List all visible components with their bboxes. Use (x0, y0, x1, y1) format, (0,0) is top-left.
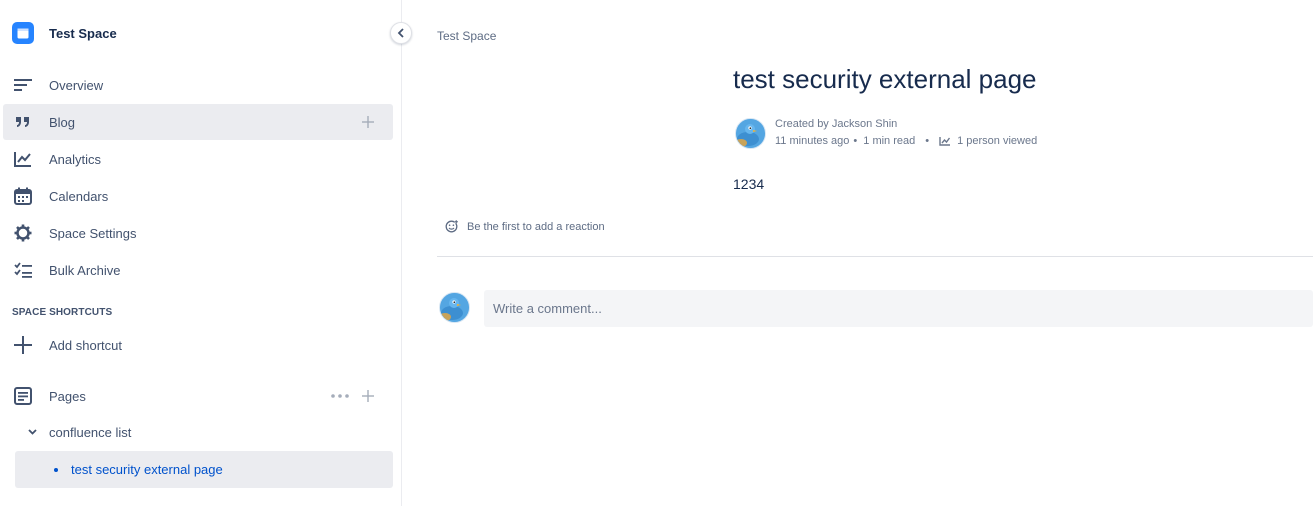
read-time: 1 min read (863, 135, 916, 147)
byline: Created by Jackson Shin 11 minutes ago •… (735, 118, 1037, 152)
page-title: test security external page (733, 64, 1037, 94)
plus-icon (12, 334, 34, 356)
add-page-icon[interactable] (360, 388, 376, 404)
separator-dot: • (853, 135, 858, 147)
space-title: Test Space (49, 25, 117, 41)
sidebar: Test Space Overview Blog Analytics Calen… (0, 0, 402, 506)
sidebar-item-calendars[interactable]: Calendars (3, 178, 393, 214)
collapse-sidebar-button[interactable] (390, 22, 412, 44)
separator-dot: • (925, 135, 930, 147)
tree-item-label: test security external page (71, 462, 223, 477)
reaction-prompt: Be the first to add a reaction (467, 220, 605, 233)
chevron-down-icon[interactable] (28, 429, 40, 435)
sidebar-item-overview[interactable]: Overview (3, 67, 393, 103)
emoji-add-icon (445, 220, 458, 233)
tree-item-confluence-list[interactable]: confluence list (28, 414, 131, 450)
tree-item-label: confluence list (49, 424, 132, 440)
space-logo-icon (12, 22, 34, 44)
views-icon[interactable] (939, 136, 951, 146)
divider (437, 256, 1313, 257)
breadcrumb[interactable]: Test Space (437, 29, 496, 43)
created-by[interactable]: Created by Jackson Shin (775, 118, 897, 130)
quote-icon (12, 111, 34, 133)
sidebar-item-bulk-archive[interactable]: Bulk Archive (3, 252, 393, 288)
sidebar-item-label: Blog (49, 114, 76, 130)
add-shortcut-label: Add shortcut (49, 337, 122, 353)
tree-item-test-security-external-page[interactable]: test security external page (15, 451, 393, 488)
add-shortcut-button[interactable]: Add shortcut (3, 327, 393, 363)
sidebar-item-analytics[interactable]: Analytics (3, 141, 393, 177)
byline-meta: 11 minutes ago • 1 min read • 1 person v… (775, 135, 1037, 147)
space-shortcuts-heading: SPACE SHORTCUTS (12, 307, 113, 318)
pages-icon (12, 385, 34, 407)
sidebar-item-label: Calendars (49, 188, 109, 204)
sidebar-item-label: Overview (49, 77, 104, 93)
avatar[interactable] (439, 292, 470, 323)
sidebar-item-label: Space Settings (49, 225, 137, 241)
overview-icon (12, 74, 34, 96)
created-time: 11 minutes ago (775, 135, 850, 147)
space-header[interactable]: Test Space (12, 22, 117, 44)
sidebar-item-label: Analytics (49, 151, 102, 167)
page-body: 1234 (733, 176, 765, 192)
views-count[interactable]: 1 person viewed (957, 135, 1037, 147)
sidebar-item-label: Pages (49, 388, 86, 404)
analytics-icon (12, 148, 34, 170)
avatar[interactable] (735, 118, 766, 149)
comment-input[interactable]: Write a comment... (484, 290, 1313, 327)
sidebar-item-space-settings[interactable]: Space Settings (3, 215, 393, 251)
add-reaction-button[interactable]: Be the first to add a reaction (445, 220, 605, 233)
comment-placeholder: Write a comment... (493, 301, 602, 316)
gear-icon (12, 222, 34, 244)
bulk-archive-icon (12, 259, 34, 281)
sidebar-item-label: Bulk Archive (49, 262, 121, 278)
more-icon[interactable] (330, 388, 350, 404)
sidebar-item-blog[interactable]: Blog (3, 104, 393, 140)
calendar-icon (12, 185, 34, 207)
bullet-icon (54, 467, 58, 472)
sidebar-item-pages[interactable]: Pages (3, 378, 393, 414)
add-blog-icon[interactable] (360, 114, 376, 130)
